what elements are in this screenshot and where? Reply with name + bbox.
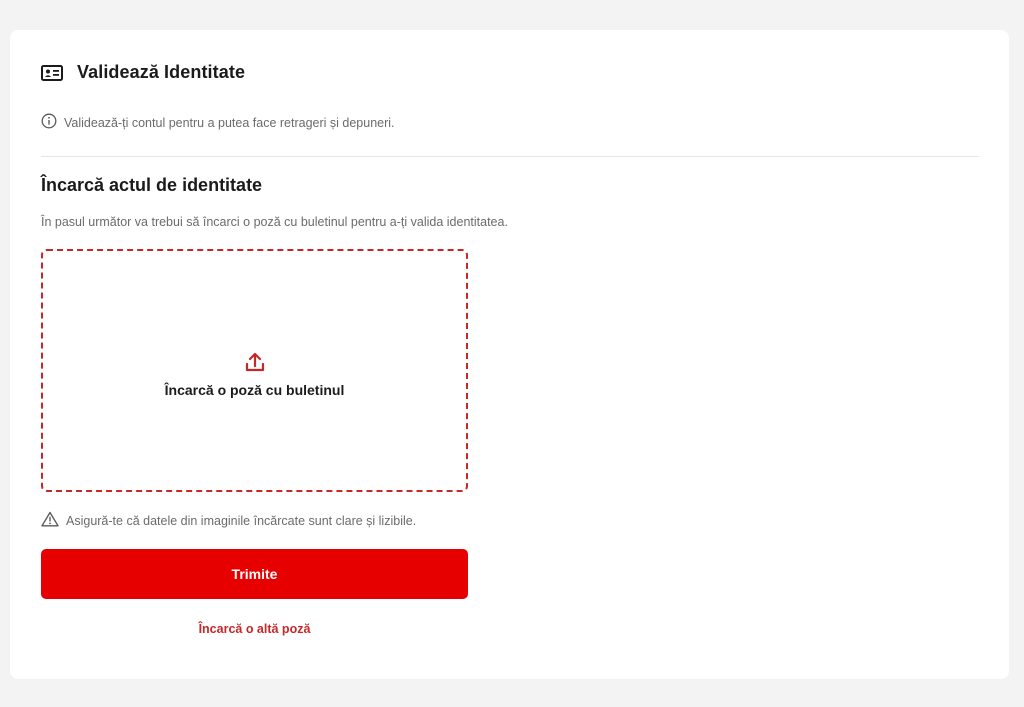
dropzone-label: Încarcă o poză cu buletinul: [164, 381, 345, 398]
info-icon: [41, 113, 57, 132]
warning-icon: [41, 511, 59, 530]
upload-icon: [243, 350, 267, 374]
section-title: Încarcă actul de identitate: [41, 175, 263, 195]
upload-dropzone[interactable]: Încarcă o poză cu buletinul: [41, 249, 468, 492]
warning-text: Asigură-te că datele din imaginile încăr…: [66, 513, 417, 528]
upload-another-photo-link[interactable]: Încarcă o altă poză: [41, 622, 468, 636]
warning-notice: Asigură-te că datele din imaginile încăr…: [41, 511, 416, 530]
section-description: În pasul următor va trebui să încarci o …: [41, 215, 508, 229]
submit-button[interactable]: Trimite: [41, 549, 468, 599]
info-notice: Validează-ți contul pentru a putea face …: [41, 113, 395, 132]
divider: [41, 156, 979, 157]
identity-validation-card: Validează Identitate Validează-ți contul…: [10, 30, 1009, 679]
page-title: Validează Identitate: [77, 62, 246, 82]
id-card-icon: [41, 64, 63, 81]
card-header: Validează Identitate: [41, 62, 245, 83]
info-text: Validează-ți contul pentru a putea face …: [64, 115, 395, 130]
